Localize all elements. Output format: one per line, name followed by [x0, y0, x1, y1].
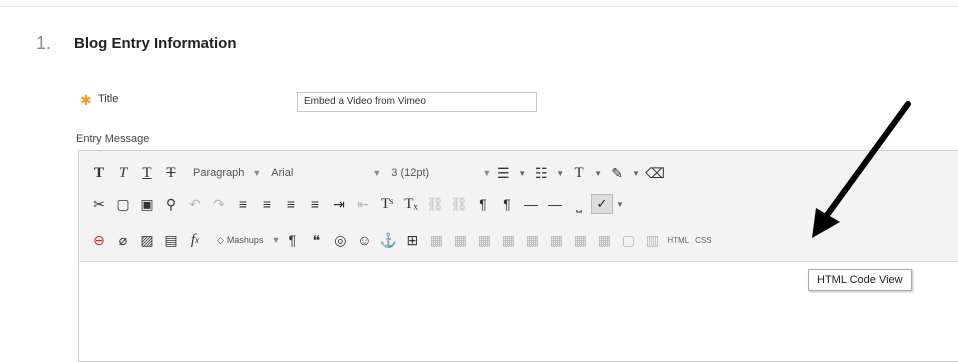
annotation-arrow-icon: [812, 101, 911, 238]
